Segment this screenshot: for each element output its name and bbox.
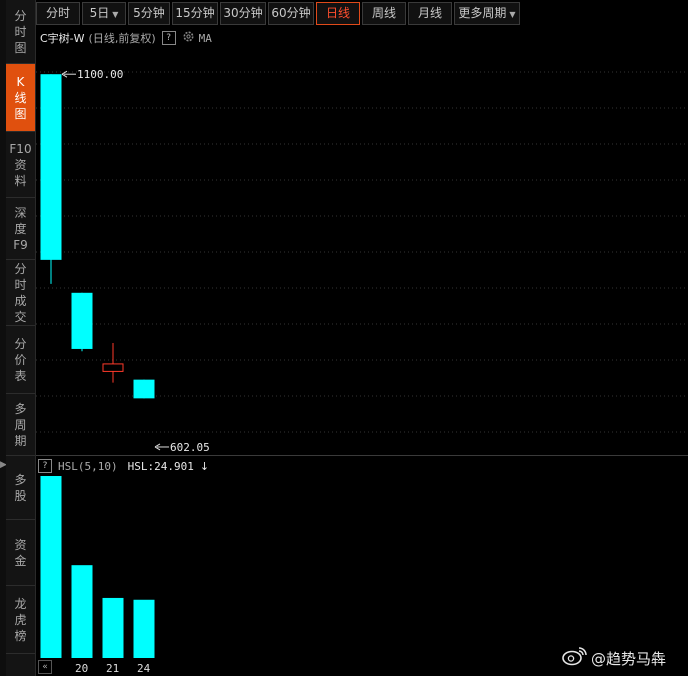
weibo-icon	[562, 646, 588, 670]
tab-label: 周线	[371, 6, 396, 20]
tab-label: 日线	[325, 6, 350, 20]
tab-label: 5日	[89, 6, 110, 20]
watermark-text: @趋势马犇	[591, 649, 667, 668]
x-tick-label: 21	[106, 662, 120, 675]
panel-divider	[36, 455, 688, 456]
candle-body	[40, 74, 62, 260]
tab-period-0[interactable]: 分时	[36, 2, 80, 25]
help-button[interactable]: ?	[161, 31, 176, 45]
caret-down-icon: ▼	[509, 10, 516, 19]
tab-period-3[interactable]: 15分钟	[172, 2, 218, 25]
tab-label: 分时	[45, 6, 70, 20]
sidebar-item-5[interactable]: 分 价 表	[6, 326, 35, 394]
annotation-label: 1100.00	[77, 68, 123, 81]
tab-label: 月线	[417, 6, 442, 20]
price-annotation: 602.05	[154, 441, 210, 454]
trend-down-icon: ↓	[199, 459, 210, 473]
chart-mode: (日线,前复权)	[88, 32, 156, 45]
sidebar-item-2[interactable]: F10 资 料	[6, 132, 35, 198]
price-annotation: 1100.00	[61, 68, 123, 81]
sidebar-item-6[interactable]: 多 周 期	[6, 394, 35, 456]
tab-label: 60分钟	[271, 6, 311, 20]
x-tick-label: 24	[137, 662, 151, 675]
tab-label: 15分钟	[175, 6, 215, 20]
hsl-bar	[102, 597, 124, 658]
tab-period-7[interactable]: 周线	[362, 2, 406, 25]
sidebar-item-7[interactable]: 多 股	[6, 456, 35, 520]
ma-indicator[interactable]: MA	[199, 32, 212, 45]
sidebar-item-1[interactable]: K 线 图	[6, 64, 35, 132]
tab-label: 30分钟	[223, 6, 263, 20]
sidebar-item-0[interactable]: 分 时 图	[6, 0, 35, 64]
tab-period-8[interactable]: 月线	[408, 2, 452, 25]
volume-indicator-name[interactable]: HSL(5,10)	[58, 460, 118, 473]
hsl-bar	[40, 476, 62, 658]
volume-help-button[interactable]: ?	[38, 459, 52, 473]
tab-period-2[interactable]: 5分钟	[128, 2, 170, 25]
tab-label: 更多周期	[458, 6, 507, 20]
candle-body	[133, 379, 155, 399]
stock-name: C宇树-W	[40, 32, 85, 45]
scroll-left-button[interactable]: «	[38, 660, 52, 674]
tab-label: 5分钟	[133, 6, 165, 20]
sidebar-nav: 分 时 图K 线 图 F10 资 料深 度 F9 分 时 成 交分 价 表多 周 期…	[6, 0, 36, 676]
chart-header: C宇树-W (日线,前复权) ? MA	[40, 30, 212, 46]
annotation-label: 602.05	[170, 441, 210, 454]
tab-period-4[interactable]: 30分钟	[220, 2, 266, 25]
sidebar-item-4[interactable]: 分 时 成 交	[6, 260, 35, 326]
gear-icon[interactable]	[182, 30, 195, 46]
sidebar-item-3[interactable]: 深 度 F9	[6, 198, 35, 260]
kline-chart: 1100.00 602.05	[36, 68, 688, 454]
x-tick-label: 20	[75, 662, 89, 675]
tab-period-5[interactable]: 60分钟	[268, 2, 314, 25]
tab-period-6[interactable]: 日线	[316, 2, 360, 25]
tab-period-1[interactable]: 5日 ▼	[82, 2, 126, 25]
volume-chart	[40, 476, 155, 658]
hsl-bar	[71, 565, 93, 658]
watermark: @趋势马犇	[562, 646, 666, 670]
tab-period-9[interactable]: 更多周期 ▼	[454, 2, 520, 25]
hsl-bar	[133, 599, 155, 658]
caret-down-icon: ▼	[112, 10, 119, 19]
volume-indicator-value: HSL:24.901	[127, 459, 194, 473]
candle-body	[102, 363, 124, 372]
candle-body	[71, 292, 93, 349]
period-toolbar: 分时 5日 ▼ 5分钟 15分钟 30分钟 60分钟 日线 周线 月线 更多周期 ▼	[36, 2, 522, 25]
sidebar-item-9[interactable]: 龙 虎 榜	[6, 586, 35, 654]
sidebar-item-8[interactable]: 资 金	[6, 520, 35, 586]
volume-header: ? HSL(5,10) HSL:24.901 ↓	[38, 459, 209, 473]
